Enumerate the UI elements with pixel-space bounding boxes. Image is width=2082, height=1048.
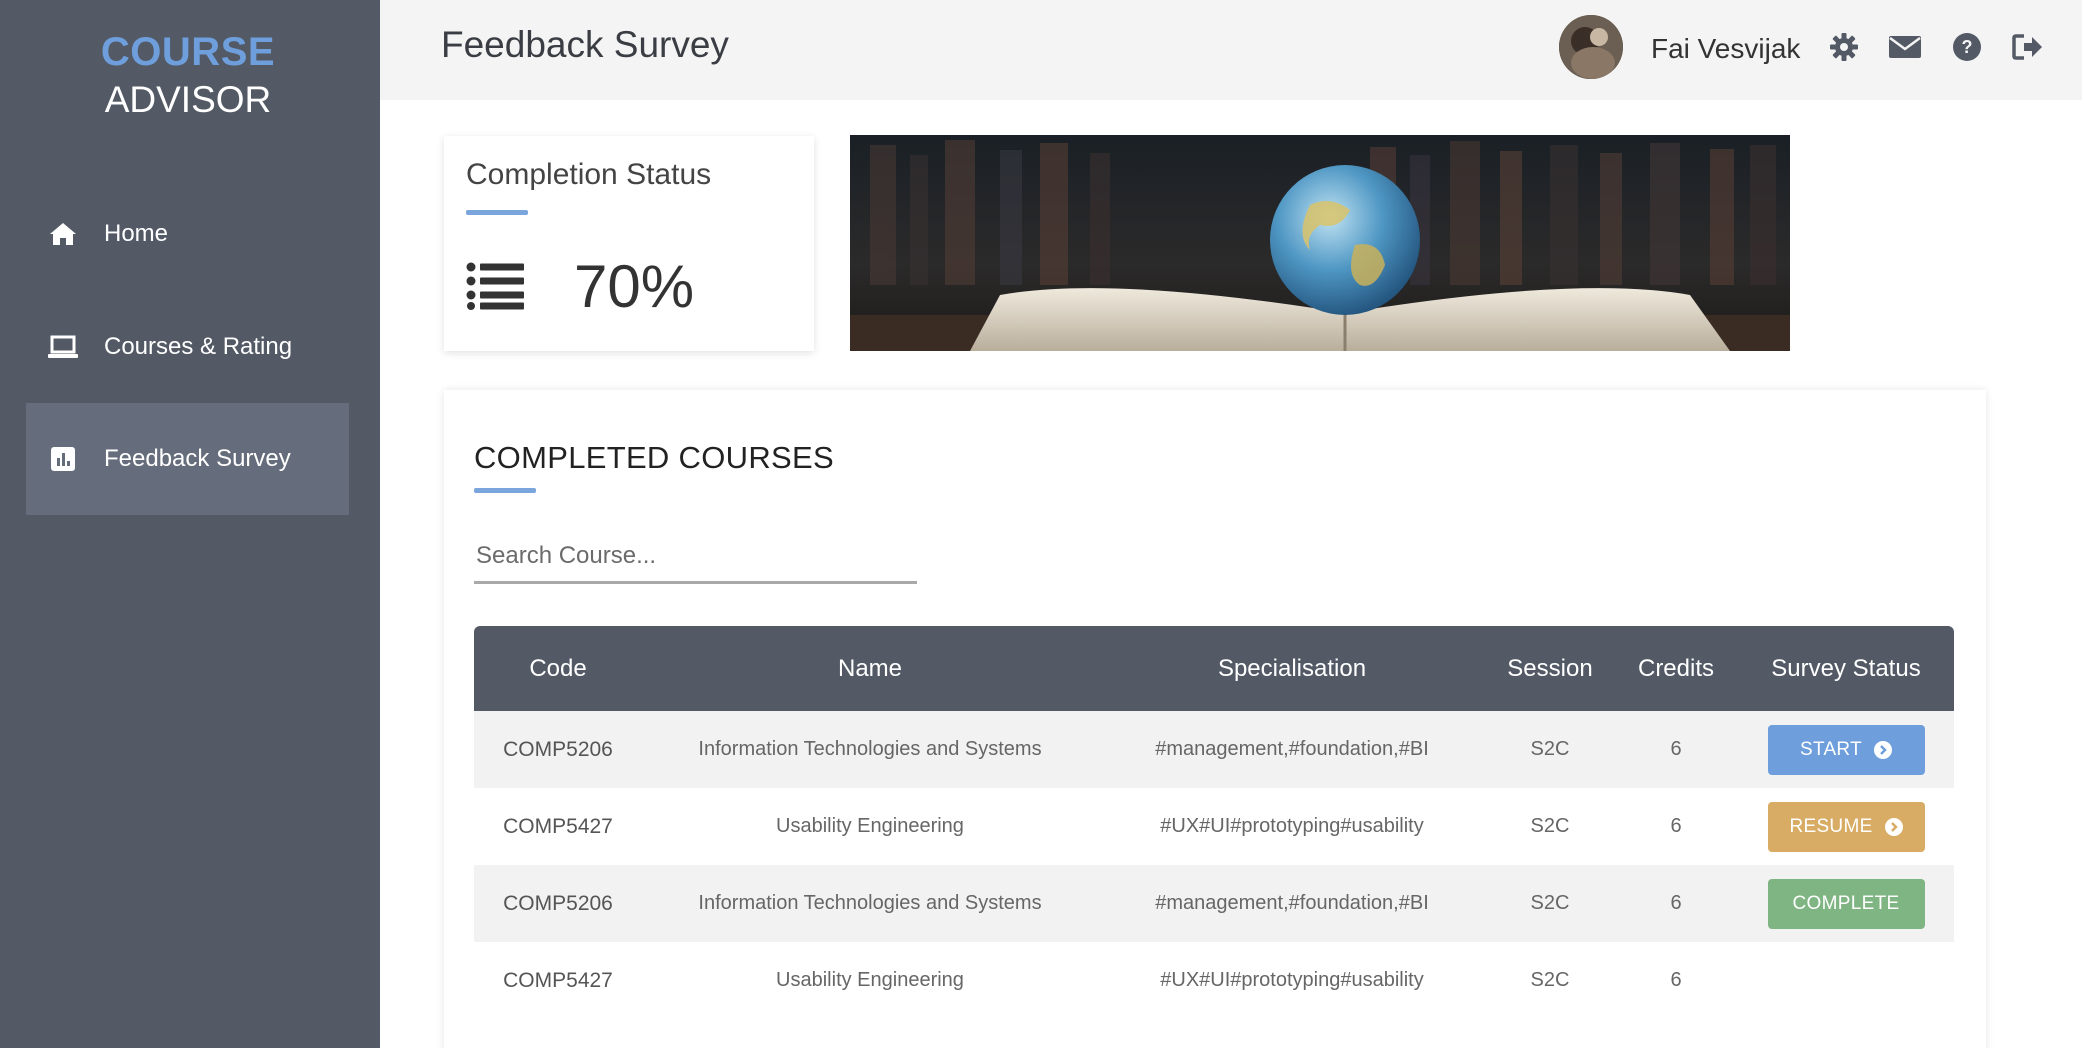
sidebar-item-label: Courses & Rating <box>104 333 293 360</box>
banner-image <box>850 135 1790 351</box>
column-header-name[interactable]: Name <box>642 626 1098 711</box>
course-credits: 6 <box>1670 969 1682 991</box>
course-session: S2C <box>1530 892 1570 914</box>
logo-line1: COURSE <box>100 30 276 74</box>
completed-courses-title: COMPLETED COURSES <box>474 440 834 475</box>
table-row[interactable]: COMP5206 Information Technologies and Sy… <box>474 711 1954 788</box>
column-header-survey-status[interactable]: Survey Status <box>1738 626 1954 711</box>
laptop-icon <box>48 332 78 362</box>
courses-table: Code Name Specialisation Session Credits… <box>474 626 1954 1019</box>
complete-survey-button[interactable]: COMPLETE <box>1767 878 1925 929</box>
course-name: Usability Engineering <box>776 969 964 991</box>
sidebar-item-courses-rating[interactable]: Courses & Rating <box>26 291 349 403</box>
course-code: COMP5206 <box>503 891 613 915</box>
course-session: S2C <box>1530 815 1570 837</box>
title-underline <box>474 488 536 493</box>
resume-survey-button[interactable]: RESUME <box>1767 801 1925 852</box>
table-row[interactable]: COMP5206 Information Technologies and Sy… <box>474 865 1954 942</box>
arrow-circle-right-icon <box>1884 817 1903 836</box>
sidebar-item-label: Feedback Survey <box>104 445 291 472</box>
survey-status-empty <box>1738 942 1954 1019</box>
search-input[interactable] <box>474 530 917 584</box>
logout-icon[interactable] <box>2011 30 2045 64</box>
logo-line2: ADVISOR <box>104 79 272 120</box>
course-code: COMP5427 <box>503 968 613 992</box>
course-credits: 6 <box>1670 892 1682 914</box>
course-name: Usability Engineering <box>776 815 964 837</box>
column-header-specialisation[interactable]: Specialisation <box>1098 626 1486 711</box>
start-survey-button[interactable]: START <box>1767 724 1925 775</box>
column-header-code[interactable]: Code <box>474 626 642 711</box>
course-credits: 6 <box>1670 738 1682 760</box>
course-session: S2C <box>1530 738 1570 760</box>
column-header-session[interactable]: Session <box>1486 626 1614 711</box>
course-specialisation: #management,#foundation,#BI <box>1155 738 1429 760</box>
arrow-circle-right-icon <box>1874 740 1893 759</box>
course-session: S2C <box>1530 969 1570 991</box>
course-credits: 6 <box>1670 815 1682 837</box>
table-row[interactable]: COMP5427 Usability Engineering #UX#UI#pr… <box>474 942 1954 1019</box>
help-icon[interactable]: ? <box>1950 30 1984 64</box>
completion-status-card: Completion Status 70% <box>444 136 814 351</box>
user-name[interactable]: Fai Vesvijak <box>1651 33 1800 65</box>
avatar[interactable] <box>1559 15 1623 79</box>
table-header-row: Code Name Specialisation Session Credits… <box>474 626 1954 711</box>
svg-text:?: ? <box>1962 37 1973 57</box>
sidebar-item-home[interactable]: Home <box>26 178 349 290</box>
top-header: Feedback Survey Fai Vesvijak ? <box>380 0 2082 100</box>
course-specialisation: #UX#UI#prototyping#usability <box>1160 969 1424 991</box>
chart-icon <box>48 444 78 474</box>
column-header-credits[interactable]: Credits <box>1614 626 1738 711</box>
home-icon <box>48 219 78 249</box>
course-code: COMP5427 <box>503 814 613 838</box>
list-icon <box>466 262 524 315</box>
completion-status-title: Completion Status <box>466 158 712 191</box>
button-label: RESUME <box>1789 815 1873 837</box>
completion-percent: 70% <box>574 253 695 320</box>
sidebar-item-label: Home <box>104 220 169 247</box>
gear-icon[interactable] <box>1827 30 1861 64</box>
button-label: COMPLETE <box>1792 892 1900 914</box>
envelope-icon[interactable] <box>1888 30 1922 64</box>
course-specialisation: #UX#UI#prototyping#usability <box>1160 815 1424 837</box>
course-code: COMP5206 <box>503 737 613 761</box>
page-title: Feedback Survey <box>441 24 729 65</box>
table-row[interactable]: COMP5427 Usability Engineering #UX#UI#pr… <box>474 788 1954 865</box>
app-logo[interactable]: COURSE ADVISOR <box>0 28 376 124</box>
sidebar: COURSE ADVISOR Home Courses & Rating Fee… <box>0 0 380 1048</box>
course-name: Information Technologies and Systems <box>698 738 1042 760</box>
completed-courses-panel: COMPLETED COURSES Code Name Specialisati… <box>444 390 1986 1048</box>
sidebar-item-feedback-survey[interactable]: Feedback Survey <box>26 403 349 515</box>
course-name: Information Technologies and Systems <box>698 892 1042 914</box>
button-label: START <box>1799 738 1863 760</box>
title-underline <box>466 210 528 215</box>
course-specialisation: #management,#foundation,#BI <box>1155 892 1429 914</box>
